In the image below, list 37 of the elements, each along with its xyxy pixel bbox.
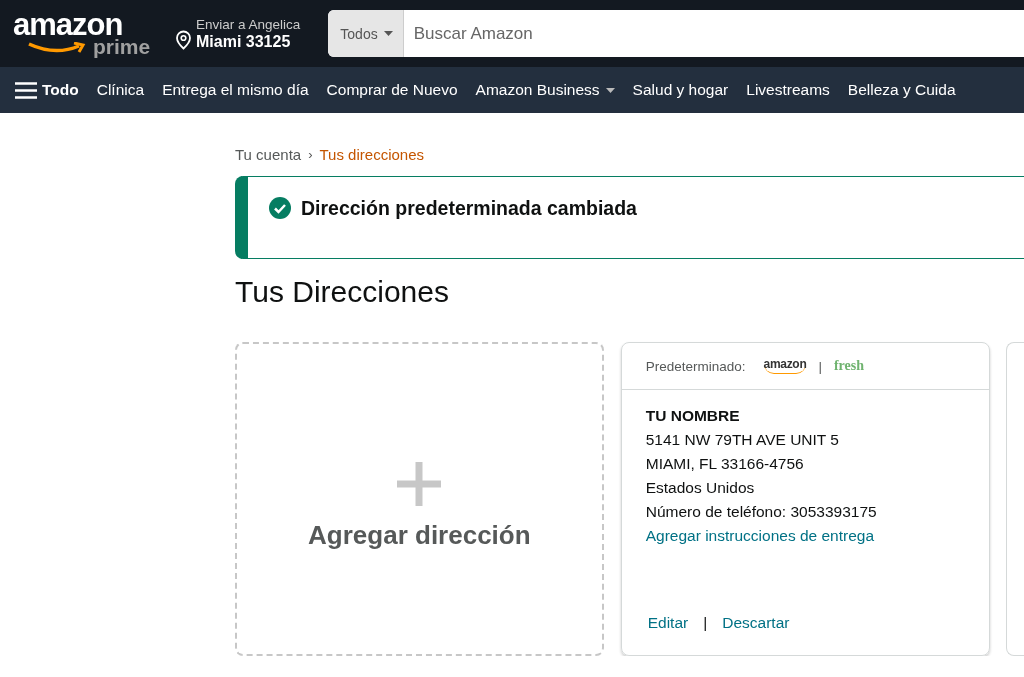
address-line: Número de teléfono: 3053393175 — [645, 502, 878, 522]
all-menu-button[interactable]: Todo — [15, 81, 79, 99]
deliver-to-label[interactable]: Enviar a Angelica — [196, 16, 301, 33]
action-separator: | — [703, 613, 708, 633]
caret-icon — [383, 31, 393, 36]
smile-arrow-icon — [27, 41, 87, 54]
nav-link[interactable]: Amazon Business — [475, 81, 615, 99]
address-line: 5141 NW 79TH AVE UNIT 5 — [645, 430, 840, 450]
address-line: MIAMI, FL 33166-4756 — [645, 454, 805, 474]
page-title: Tus Direcciones — [235, 274, 450, 310]
nav-link[interactable]: Comprar de Nuevo — [326, 81, 458, 99]
address-name: TU NOMBRE — [645, 406, 741, 426]
breadcrumb-separator: › — [308, 146, 313, 162]
nav-link[interactable]: Entrega el mismo día — [162, 81, 309, 99]
breadcrumb-link[interactable]: Tu cuenta — [235, 145, 302, 163]
check-circle-icon — [269, 197, 291, 219]
add-instructions-link[interactable]: Agregar instrucciones de entrega — [645, 524, 966, 548]
alert-message: Dirección predeterminada cambiada — [301, 197, 637, 220]
default-label: Predeterminado: — [645, 358, 746, 374]
address-line: Estados Unidos — [645, 478, 756, 498]
brand-logo-text: fresh — [833, 358, 864, 374]
nav-link[interactable]: Livestreams — [746, 81, 830, 99]
location-pin-icon — [175, 29, 192, 50]
nav-link[interactable]: Clínica — [96, 81, 145, 99]
prime-logo-text: prime — [93, 34, 151, 59]
breadcrumb-link[interactable]: Tus direcciones — [319, 145, 424, 163]
add-address-card[interactable]: Agregar dirección — [235, 342, 604, 656]
nav-link[interactable]: Salud y hogar — [632, 81, 729, 99]
menu-icon — [15, 81, 37, 99]
plus-icon — [397, 462, 442, 506]
category-dropdown[interactable]: Todos — [328, 10, 404, 57]
brand-separator: | — [818, 358, 822, 374]
address-action-link[interactable]: Editar — [647, 611, 689, 635]
nav-link[interactable]: Belleza y Cuida — [847, 81, 956, 99]
delivery-location[interactable]: Miami 33125 — [196, 32, 301, 51]
brand-logo-text: amazon — [763, 358, 807, 374]
address-action-link[interactable]: Descartar — [722, 611, 790, 635]
